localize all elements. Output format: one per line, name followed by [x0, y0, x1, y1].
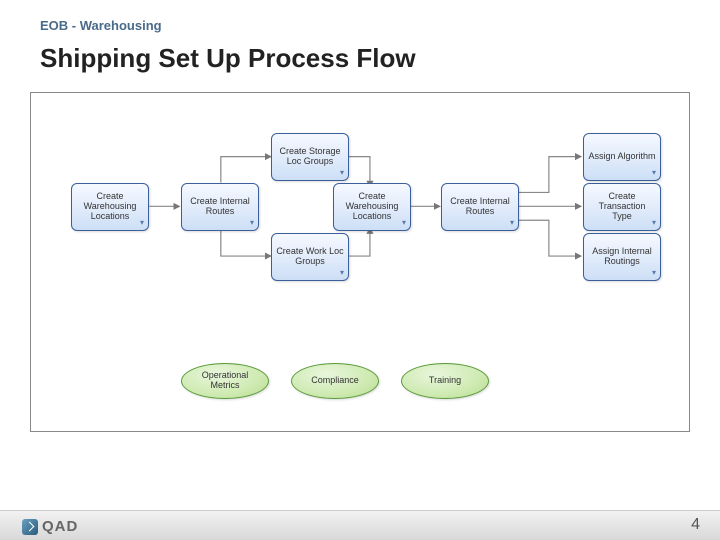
- kicker: EOB - Warehousing: [40, 18, 680, 33]
- ellipse-compliance: Compliance: [291, 363, 379, 399]
- box-create-transaction-type: Create Transaction Type: [583, 183, 661, 231]
- box-create-work-loc-groups: Create Work Loc Groups: [271, 233, 349, 281]
- diagram-frame: Create Warehousing Locations Create Inte…: [30, 92, 690, 432]
- ellipse-operational-metrics: Operational Metrics: [181, 363, 269, 399]
- box-create-storage-loc-groups: Create Storage Loc Groups: [271, 133, 349, 181]
- page-number: 4: [691, 516, 700, 534]
- box-assign-algorithm: Assign Algorithm: [583, 133, 661, 181]
- box-create-warehousing-locations-1: Create Warehousing Locations: [71, 183, 149, 231]
- box-assign-internal-routings: Assign Internal Routings: [583, 233, 661, 281]
- box-create-warehousing-locations-2: Create Warehousing Locations: [333, 183, 411, 231]
- brand-text: QAD: [42, 518, 78, 535]
- brand-icon: [22, 519, 38, 535]
- footer: QAD 4: [0, 482, 720, 540]
- box-create-internal-routes-2: Create Internal Routes: [441, 183, 519, 231]
- page-title: Shipping Set Up Process Flow: [40, 43, 680, 74]
- ellipse-training: Training: [401, 363, 489, 399]
- box-create-internal-routes-1: Create Internal Routes: [181, 183, 259, 231]
- brand-logo: QAD: [22, 518, 78, 535]
